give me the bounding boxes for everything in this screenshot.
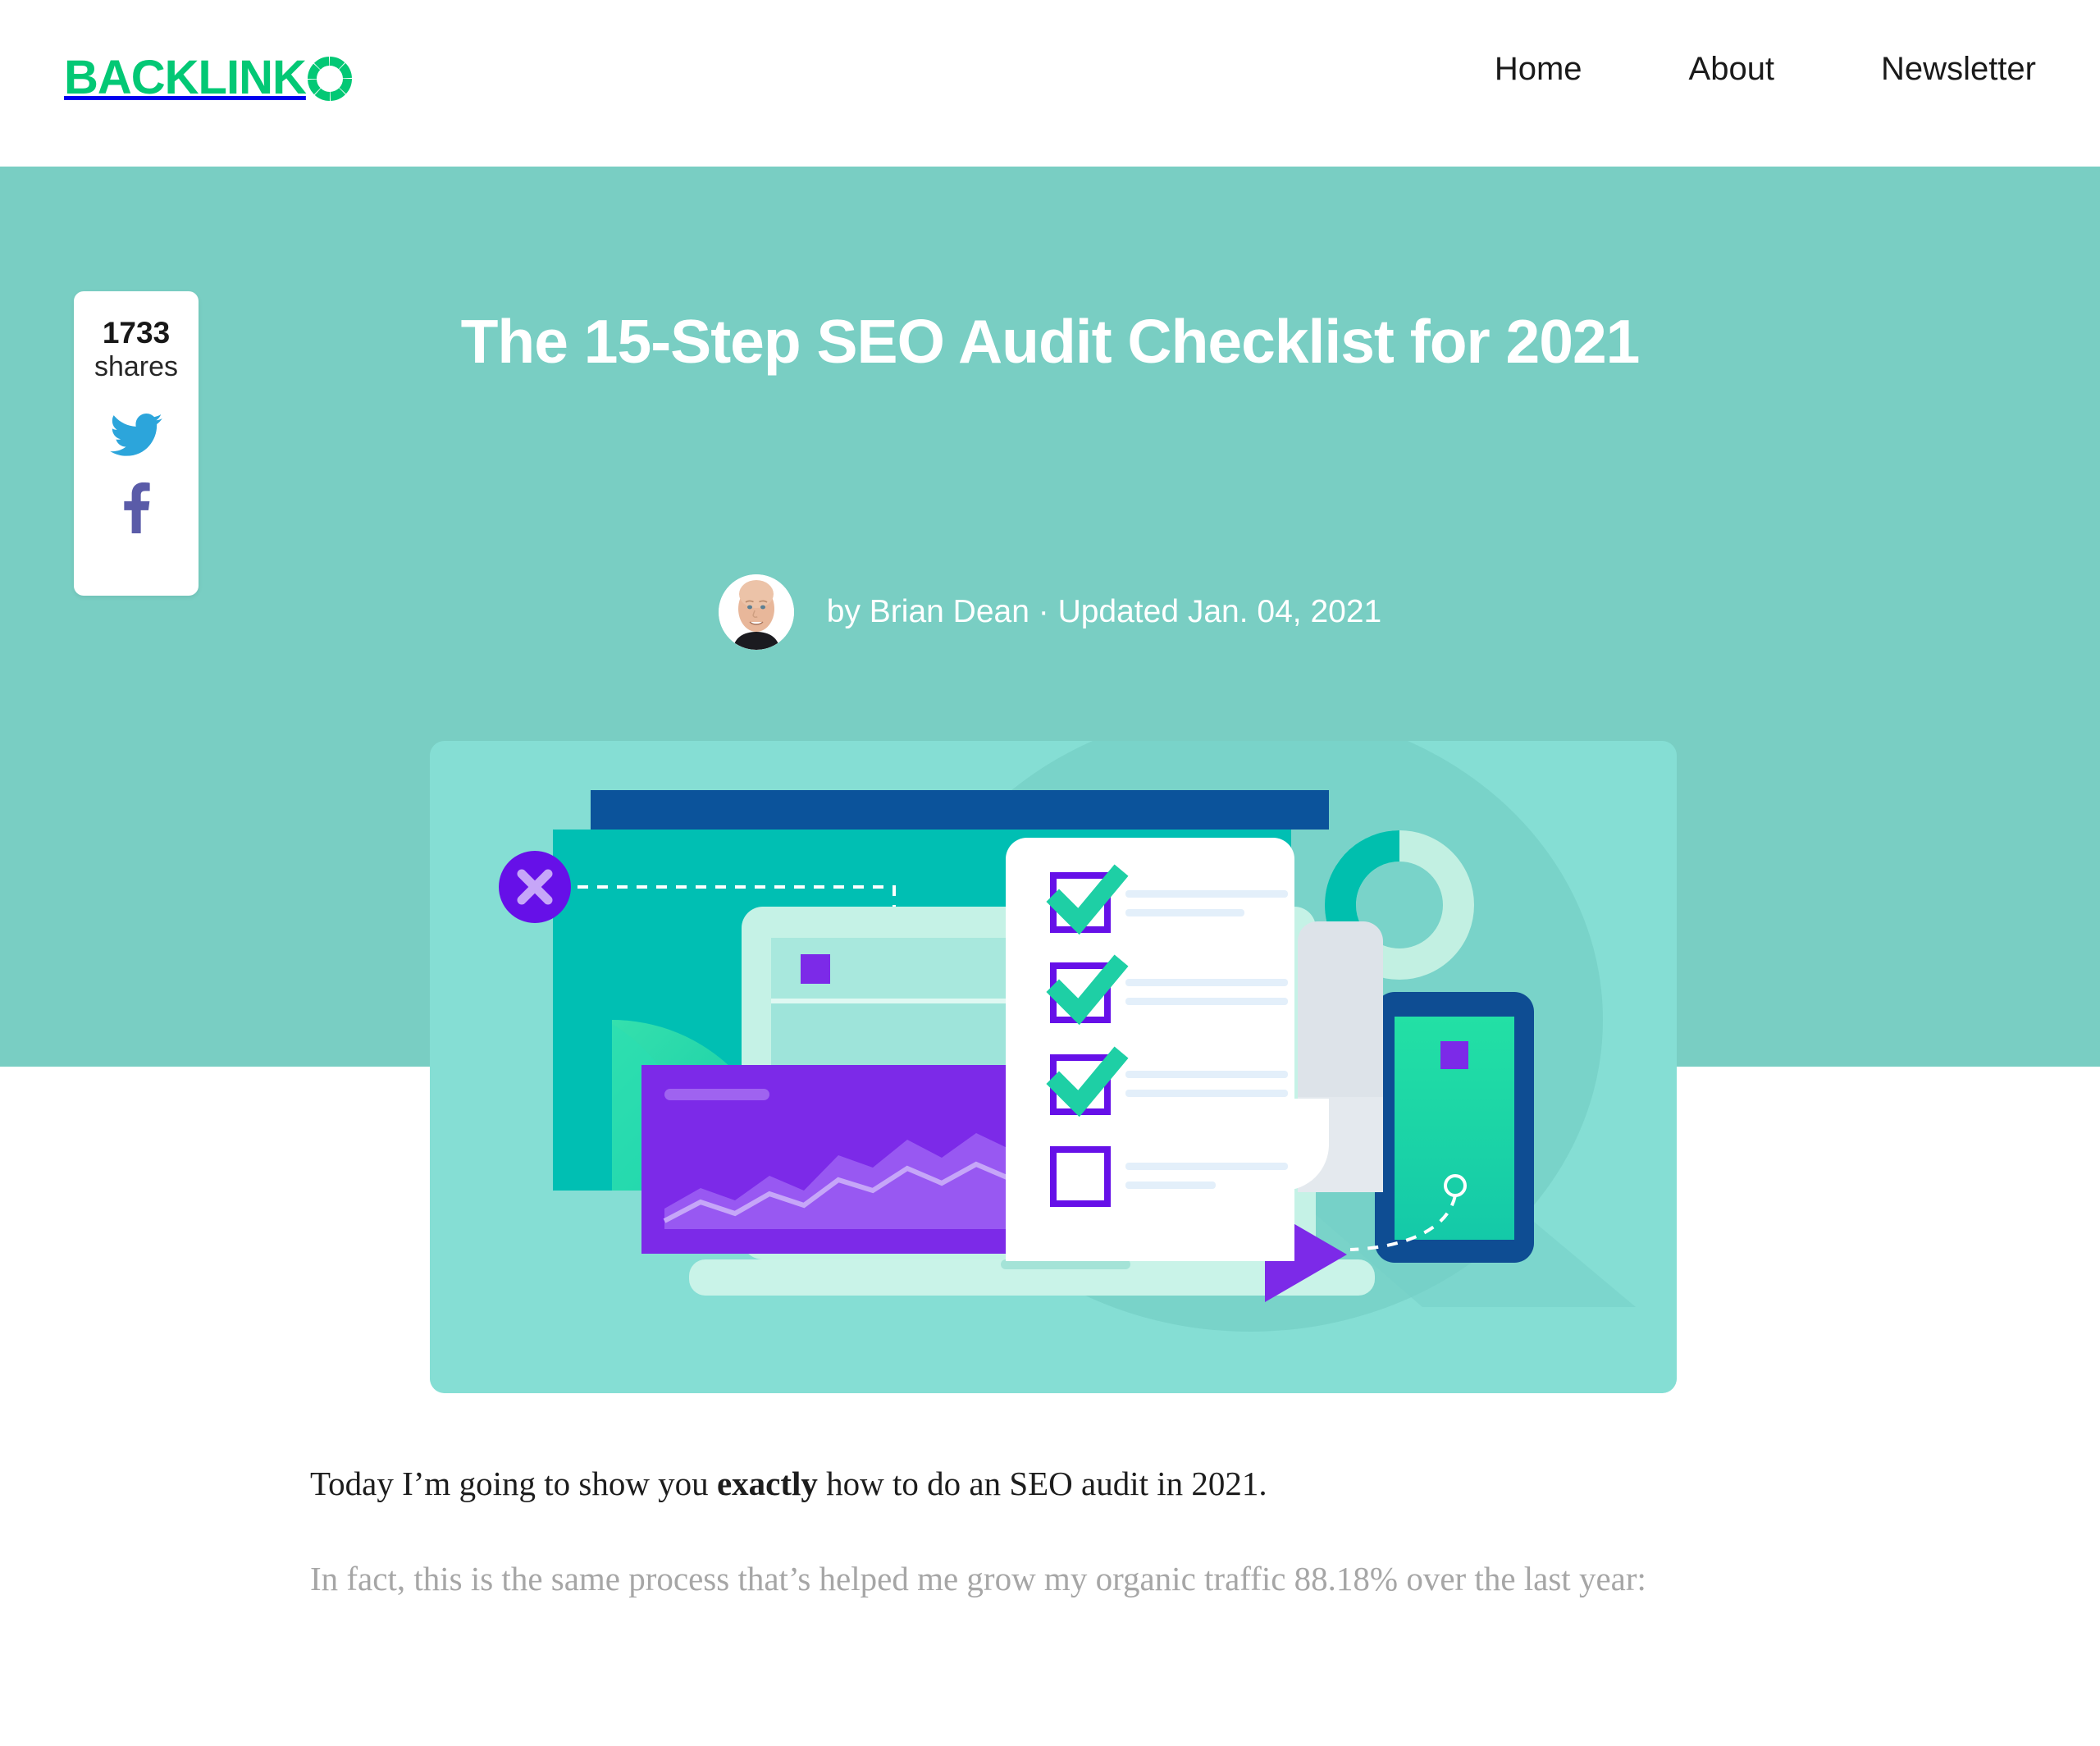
- site-logo[interactable]: BACKLINK: [64, 54, 352, 102]
- facebook-share-button[interactable]: [107, 482, 165, 537]
- nav-link-newsletter[interactable]: Newsletter: [1881, 51, 2036, 88]
- byline-text: by Brian Dean · Updated Jan. 04, 2021: [826, 594, 1382, 629]
- byline: by Brian Dean · Updated Jan. 04, 2021: [0, 574, 2100, 650]
- paragraph-1-pre: Today I’m going to show you: [310, 1465, 717, 1502]
- twitter-bird-icon: [110, 414, 162, 461]
- site-header: BACKLINK Home About Newsletter: [0, 0, 2100, 167]
- paragraph-1-post: how to do an SEO audit in 2021.: [817, 1465, 1267, 1502]
- segmented-circle-o-icon: [307, 57, 352, 101]
- main-navigation: Home About Newsletter: [1495, 51, 2036, 88]
- twitter-share-button[interactable]: [107, 412, 165, 463]
- nav-link-home[interactable]: Home: [1495, 51, 1582, 88]
- article-paragraph-2: In fact, this is the same process that’s…: [310, 1560, 1646, 1598]
- facebook-f-icon: [120, 482, 153, 537]
- share-widget: 1733 shares: [74, 291, 199, 596]
- page-title: The 15-Step SEO Audit Checklist for 2021: [460, 307, 1641, 376]
- share-count-label: shares: [94, 350, 179, 382]
- logo-text: BACKLINK: [64, 51, 307, 104]
- share-count: 1733: [102, 316, 171, 350]
- nav-link-about[interactable]: About: [1689, 51, 1775, 88]
- hero-illustration: [430, 741, 1677, 1393]
- article-body: Today I’m going to show you exactly how …: [310, 1456, 1795, 1607]
- author-avatar: [718, 574, 794, 650]
- page-root: BACKLINK Home About Newsletter 1733 shar…: [0, 0, 2100, 1746]
- article-paragraph-1: Today I’m going to show you exactly how …: [310, 1456, 1795, 1511]
- paragraph-1-emphasis: exactly: [716, 1465, 818, 1502]
